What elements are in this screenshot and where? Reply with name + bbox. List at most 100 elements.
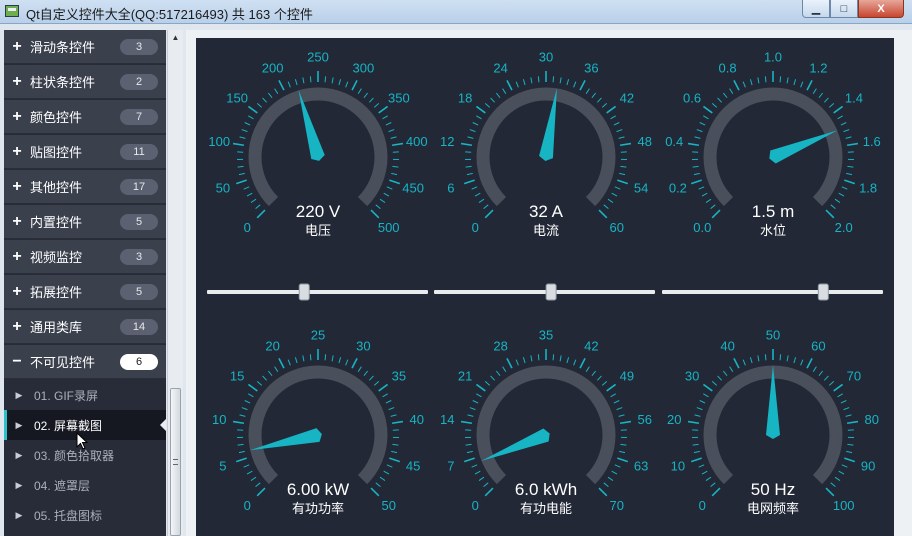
sidebar-scrollbar[interactable]: ▲ — [167, 30, 183, 536]
sidebar-group-texture[interactable]: + 贴图控件 11 — [4, 135, 166, 169]
expand-icon: + — [12, 247, 22, 265]
gauge-minor-tick — [620, 165, 627, 168]
gauge-minor-tick — [620, 443, 627, 446]
gauge-minor-tick — [345, 81, 349, 88]
sidebar-item-mask-layer[interactable]: ▶ 04. 遮罩层 — [4, 470, 166, 500]
window-title-bar: Qt自定义控件大全(QQ:517216493) 共 163 个控件 ▁ □ X — [0, 0, 912, 24]
slider-current[interactable] — [434, 283, 655, 301]
gauge-dial-ring — [248, 365, 388, 485]
gauge-minor-tick — [837, 393, 843, 398]
gauge-tick-label: 0.8 — [719, 60, 737, 75]
gauge-minor-tick — [845, 136, 852, 139]
gauge-minor-tick — [302, 355, 305, 362]
slider-track[interactable] — [207, 290, 428, 294]
gauge-major-tick — [378, 105, 389, 114]
gauge-minor-tick — [818, 92, 824, 99]
scrollbar-grip-icon — [173, 459, 178, 465]
gauge-minor-tick — [490, 97, 496, 103]
maximize-button[interactable]: □ — [830, 0, 858, 18]
gauge-minor-tick — [698, 186, 705, 190]
gauge-minor-tick — [694, 136, 701, 139]
sidebar-group-label: 其他控件 — [30, 180, 83, 195]
gauge-value: 220 V — [296, 202, 341, 221]
slider-track[interactable] — [662, 290, 883, 294]
gauge-tick-label: 35 — [392, 369, 406, 384]
scrollbar-thumb[interactable] — [170, 388, 181, 536]
slider-handle[interactable] — [298, 283, 310, 301]
sidebar-item-gif-recorder[interactable]: ▶ 01. GIF录屏 — [4, 380, 166, 410]
gauge-major-tick — [833, 105, 844, 114]
gauge-minor-tick — [846, 450, 853, 454]
gauge-minor-tick — [379, 476, 386, 481]
close-button[interactable]: X — [858, 0, 904, 18]
gauge-minor-tick — [238, 172, 245, 176]
slider-handle[interactable] — [545, 283, 557, 301]
gauge-minor-tick — [559, 355, 562, 362]
slider-handle[interactable] — [817, 283, 829, 301]
sidebar-navigation: + 滑动条控件 3 + 柱状条控件 2 + 颜色控件 7 + 贴图控件 11 +… — [4, 30, 166, 536]
gauge-major-tick — [606, 105, 617, 114]
scroll-up-arrow-icon[interactable]: ▲ — [168, 30, 183, 46]
sidebar-group-extension[interactable]: + 拓展控件 5 — [4, 275, 166, 309]
gauge-minor-tick — [483, 482, 489, 488]
gauge-minor-tick — [786, 355, 789, 362]
gauge-minor-tick — [812, 88, 817, 94]
sidebar-group-invisible[interactable]: − 不可见控件 6 — [4, 345, 166, 379]
gauge-tick-label: 54 — [634, 180, 648, 195]
gauge-minor-tick — [250, 476, 257, 481]
gauge-minor-tick — [619, 450, 626, 454]
count-badge: 3 — [120, 248, 158, 265]
sidebar-group-color[interactable]: + 颜色控件 7 — [4, 100, 166, 134]
gauge-tick-label: 50 — [766, 328, 780, 343]
gauge-minor-tick — [294, 357, 298, 364]
app-window-icon — [5, 5, 19, 17]
gauge-major-tick — [733, 80, 740, 91]
sidebar-group-slider[interactable]: + 滑动条控件 3 — [4, 30, 166, 64]
gauge-minor-tick — [262, 375, 268, 381]
gauge-minor-tick — [363, 370, 369, 377]
gauge-minor-tick — [495, 92, 501, 99]
gauge-major-tick — [370, 209, 380, 219]
gauge-minor-tick — [522, 79, 526, 86]
gauge-tick-label: 80 — [865, 412, 879, 427]
gauge-tick-label: 63 — [634, 458, 648, 473]
gauge-tick-label: 500 — [378, 220, 400, 235]
gauge-minor-tick — [379, 198, 386, 203]
gauge-major-tick — [389, 457, 401, 463]
gauge-water-level: 0.0 0.2 0.4 0.6 0.8 1.0 1.2 1.4 1.6 1.8 2.0 1.5 m 水位 — [665, 50, 881, 239]
gauge-minor-tick — [722, 370, 728, 377]
gauge-minor-tick — [703, 393, 709, 398]
minimize-button[interactable]: ▁ — [802, 0, 830, 18]
window-title: Qt自定义控件大全(QQ:517216493) 共 163 个控件 — [26, 7, 313, 22]
gauge-minor-tick — [613, 122, 620, 126]
gauge-minor-tick — [256, 103, 263, 108]
sidebar-group-label: 内置控件 — [30, 215, 83, 230]
slider-water-level[interactable] — [662, 283, 883, 301]
arrow-right-icon: ▶ — [15, 509, 23, 520]
gauge-minor-tick — [324, 354, 327, 361]
sidebar-item-tray-icon[interactable]: ▶ 05. 托盘图标 — [4, 500, 166, 530]
gauge-major-tick — [256, 209, 266, 219]
slider-track[interactable] — [434, 290, 655, 294]
gauge-major-tick — [391, 142, 404, 147]
gauge-value: 1.5 m — [752, 202, 795, 221]
gauge-minor-tick — [710, 482, 716, 488]
sidebar-group-builtin[interactable]: + 内置控件 5 — [4, 205, 166, 239]
gauge-value: 50 Hz — [751, 480, 795, 499]
gauge-minor-tick — [619, 172, 626, 176]
gauge-major-tick — [232, 420, 245, 425]
gauge-tick-label: 7 — [447, 458, 454, 473]
slider-voltage[interactable] — [207, 283, 428, 301]
gauge-minor-tick — [793, 357, 797, 364]
gauge-tick-label: 90 — [861, 458, 875, 473]
gauge-minor-tick — [616, 407, 623, 411]
gauge-minor-tick — [710, 204, 716, 210]
gauge-minor-tick — [552, 76, 555, 83]
sidebar-group-bar[interactable]: + 柱状条控件 2 — [4, 65, 166, 99]
sidebar-group-other[interactable]: + 其他控件 17 — [4, 170, 166, 204]
sidebar-group-video[interactable]: + 视频监控 3 — [4, 240, 166, 274]
count-badge: 5 — [120, 283, 158, 300]
sidebar-group-library[interactable]: + 通用类库 14 — [4, 310, 166, 344]
gauge-canvas: 050100150200250300350400450500220 V电压 061… — [207, 50, 883, 516]
gauge-minor-tick — [830, 204, 836, 210]
